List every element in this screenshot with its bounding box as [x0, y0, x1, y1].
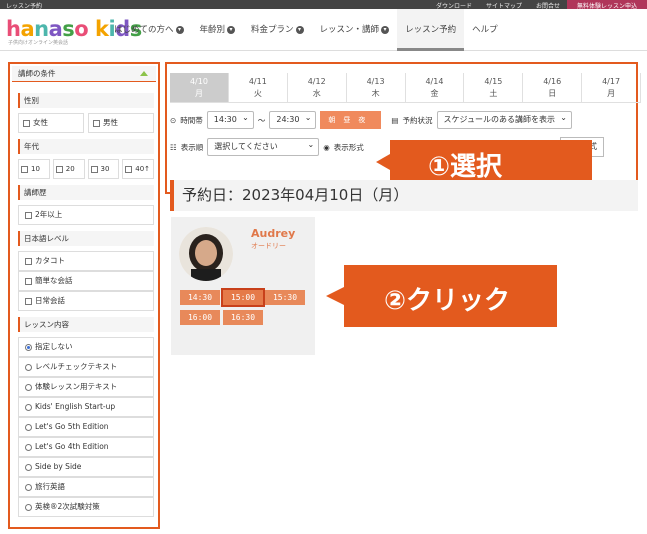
- eye-icon: ◉: [323, 142, 330, 152]
- order-select[interactable]: 選択してください: [207, 137, 320, 156]
- date-tab-0410[interactable]: 4/10 月: [170, 73, 229, 103]
- free-trial-button[interactable]: 無料体験レッスン申込: [566, 0, 647, 10]
- content-radio-travel[interactable]: 旅行英語: [18, 477, 154, 497]
- time-to-select[interactable]: 24:30: [269, 110, 317, 129]
- collapse-triangle-icon[interactable]: [140, 71, 148, 76]
- nav-lesson-booking[interactable]: レッスン予約: [397, 9, 465, 51]
- period-button[interactable]: 朝昼夜: [320, 111, 382, 129]
- gender-male-checkbox[interactable]: 男性: [88, 113, 154, 133]
- age-40-checkbox[interactable]: 40↑: [122, 159, 154, 179]
- teacher-kana: オードリー: [251, 242, 286, 250]
- nav-beginners[interactable]: はじめての方へ ▾: [106, 9, 192, 51]
- book-icon: ▤: [391, 115, 399, 125]
- format-label: 表示形式: [333, 142, 364, 152]
- content-radio-letsgo5[interactable]: Let's Go 5th Edition: [18, 417, 154, 437]
- age-30-checkbox[interactable]: 30: [87, 159, 120, 179]
- time-filter-row: ⊙ 時間帯 14:30 〜 24:30 朝昼夜 ▤ 予約状況 スケジュールのある…: [170, 110, 572, 130]
- japanese-daily-checkbox[interactable]: 日常会話: [18, 291, 154, 311]
- content-radio-none[interactable]: 指定しない: [18, 337, 154, 357]
- booking-date-heading: 予約日：2023年04月10日（月）: [170, 180, 638, 211]
- date-tab-0411[interactable]: 4/11 火: [228, 73, 288, 103]
- clock-icon: ⊙: [170, 115, 177, 125]
- download-link[interactable]: ダウンロード: [429, 0, 479, 10]
- status-label: 予約状況: [402, 115, 433, 125]
- age-10-checkbox[interactable]: 10: [18, 159, 50, 179]
- career-section-title: 講師歴: [18, 185, 154, 200]
- main-navbar: hanaso kids 子供向けオンライン英会話 はじめての方へ ▾ 年齢別 ▾ 料…: [0, 9, 647, 51]
- content-radio-eiken[interactable]: 英検®2次試験対策: [18, 497, 154, 517]
- japanese-katakoto-checkbox[interactable]: カタコト: [18, 251, 154, 271]
- chevron-down-icon: ▾: [227, 25, 236, 34]
- time-separator: 〜: [257, 115, 266, 125]
- contact-link[interactable]: お問合せ: [529, 0, 567, 10]
- date-tab-0416[interactable]: 4/16 日: [523, 73, 583, 103]
- age-section-title: 年代: [18, 139, 154, 154]
- career-2years-checkbox[interactable]: 2年以上: [18, 205, 154, 225]
- top-utility-bar: レッスン予約 ダウンロード サイトマップ お問合せ 無料体験レッスン申込: [0, 0, 647, 10]
- callout-step1-text: ①選択: [428, 152, 503, 182]
- logo-subtitle: 子供向けオンライン英会話: [8, 40, 69, 46]
- gender-female-checkbox[interactable]: 女性: [18, 113, 84, 133]
- nav-pricing[interactable]: 料金プラン ▾: [243, 9, 312, 51]
- slot-1530-button[interactable]: 15:30: [265, 290, 305, 305]
- chevron-down-icon: ▾: [175, 25, 184, 34]
- japanese-simple-checkbox[interactable]: 簡単な会話: [18, 271, 154, 291]
- teacher-avatar[interactable]: [179, 227, 233, 281]
- date-tabs: 4/10 月 4/11 火 4/12 水 4/13 木 4/14 金 4/15 土 4/16…: [170, 73, 641, 103]
- content-radio-letsgo4[interactable]: Let's Go 4th Edition: [18, 437, 154, 457]
- content-radio-sidebyside[interactable]: Side by Side: [18, 457, 154, 477]
- age-20-checkbox[interactable]: 20: [52, 159, 85, 179]
- order-label: 表示順: [180, 142, 204, 152]
- date-tab-0413[interactable]: 4/13 木: [346, 73, 406, 103]
- sidebar-header[interactable]: 講師の条件: [12, 66, 156, 82]
- sitemap-link[interactable]: サイトマップ: [479, 0, 529, 10]
- nav-by-age[interactable]: 年齢別 ▾: [192, 9, 244, 51]
- content-radio-startup[interactable]: Kids' English Start-up: [18, 397, 154, 417]
- teacher-name[interactable]: Audrey: [251, 227, 295, 240]
- nav-lessons-teachers[interactable]: レッスン・講師 ▾: [312, 9, 398, 51]
- slot-1600-button[interactable]: 16:00: [180, 310, 220, 325]
- date-tab-0414[interactable]: 4/14 金: [405, 73, 465, 103]
- nav-help[interactable]: ヘルプ: [464, 9, 506, 51]
- date-tab-0412[interactable]: 4/12 水: [287, 73, 347, 103]
- slot-1630-button[interactable]: 16:30: [223, 310, 263, 325]
- list-icon: ☷: [170, 142, 177, 152]
- gender-section-title: 性別: [18, 93, 154, 108]
- time-label: 時間帯: [180, 115, 203, 125]
- japanese-section-title: 日本語レベル: [18, 231, 154, 246]
- content-radio-levelcheck[interactable]: レベルチェックテキスト: [18, 357, 154, 377]
- chevron-down-icon: ▾: [295, 25, 304, 34]
- content-section-title: レッスン内容: [18, 317, 154, 332]
- time-from-select[interactable]: 14:30: [206, 110, 254, 129]
- content-radio-trial[interactable]: 体験レッスン用テキスト: [18, 377, 154, 397]
- callout-step2-text: ②クリック: [384, 286, 511, 316]
- date-tab-0417[interactable]: 4/17 月: [582, 73, 641, 103]
- slot-1500-button[interactable]: 15:00: [221, 288, 265, 307]
- order-filter-row: ☷ 表示順 選択してください ◉ 表示形式: [170, 137, 364, 157]
- chevron-down-icon: ▾: [381, 25, 390, 34]
- date-tab-0415[interactable]: 4/15 土: [464, 73, 524, 103]
- slot-1430-button[interactable]: 14:30: [180, 290, 220, 305]
- teacher-card: Audrey オードリー 14:30 15:00 15:30 16:00 16:…: [171, 217, 315, 355]
- status-select[interactable]: スケジュールのある講師を表示: [436, 110, 572, 129]
